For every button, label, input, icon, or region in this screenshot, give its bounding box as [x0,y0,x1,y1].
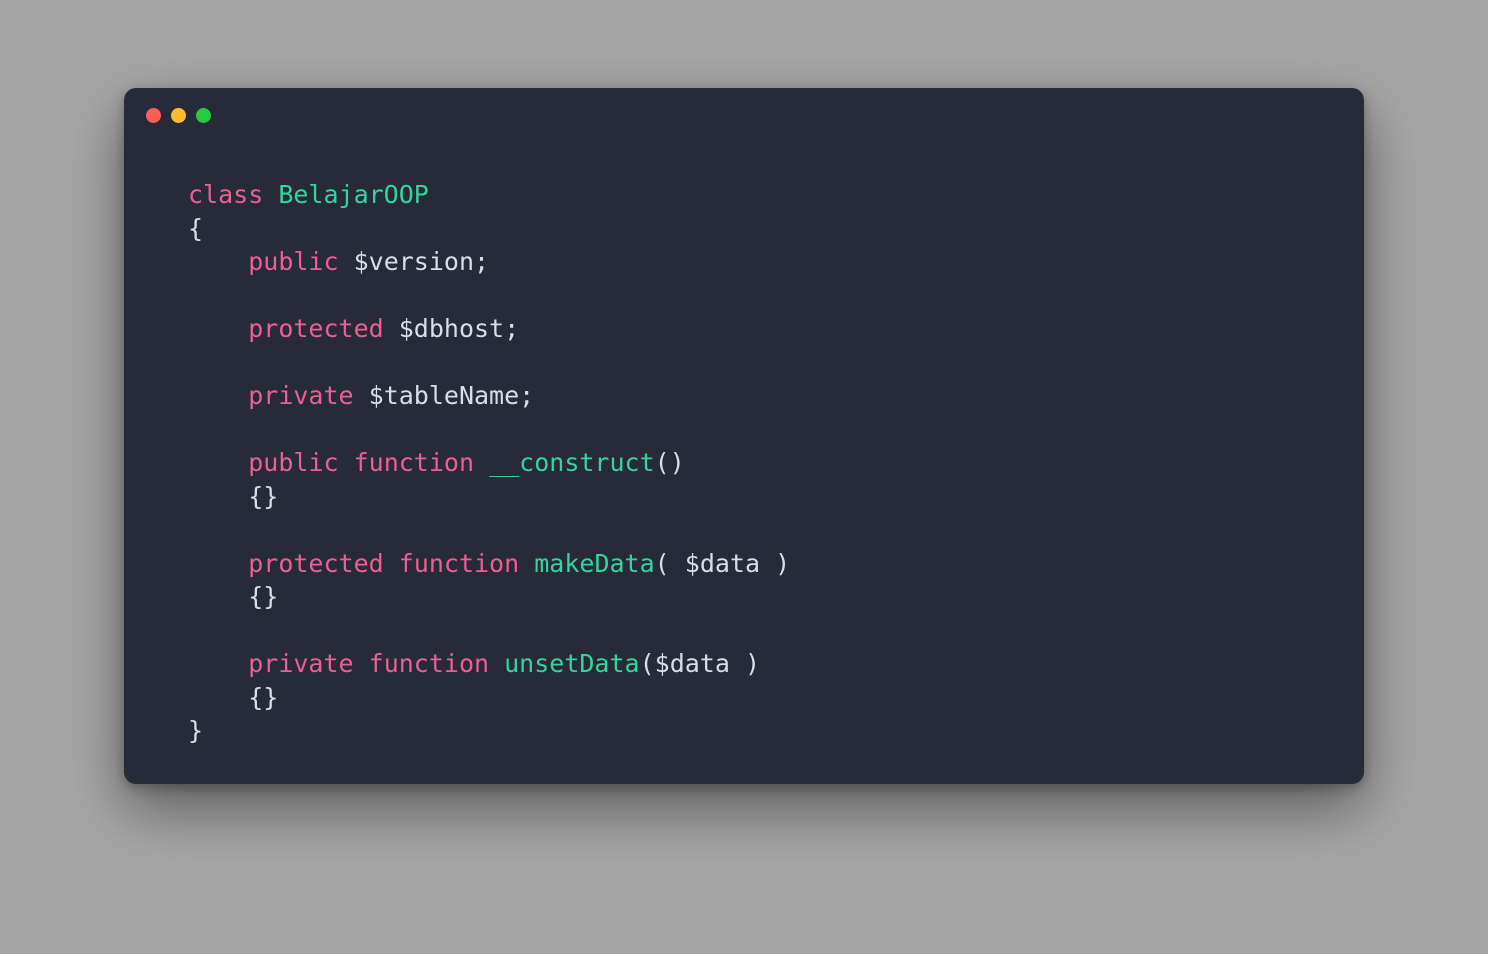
fn-makedata: makeData [534,549,654,578]
keyword-function: function [369,649,489,678]
semicolon: ; [519,381,534,410]
minimize-icon[interactable] [171,108,186,123]
maximize-icon[interactable] [196,108,211,123]
paren-close: ) [745,649,760,678]
braces-empty: {} [248,482,278,511]
window-titlebar [124,88,1364,142]
paren-open: ( [655,448,670,477]
keyword-private: private [248,649,353,678]
braces-empty: {} [248,582,278,611]
keyword-public: public [248,448,338,477]
paren-close: ) [775,549,790,578]
paren-open: ( [655,549,670,578]
var-data: $data [655,649,730,678]
var-tablename: $tableName [369,381,520,410]
keyword-function: function [399,549,519,578]
code-block: class BelajarOOP { public $version; prot… [124,142,1364,748]
braces-empty: {} [248,683,278,712]
keyword-private: private [248,381,353,410]
brace-open: { [188,214,203,243]
fn-construct: __construct [489,448,655,477]
keyword-protected: protected [248,314,383,343]
class-name: BelajarOOP [278,180,429,209]
stage: class BelajarOOP { public $version; prot… [0,0,1488,954]
semicolon: ; [474,247,489,276]
code-window: class BelajarOOP { public $version; prot… [124,88,1364,784]
keyword-class: class [188,180,263,209]
var-data: $data [685,549,760,578]
paren-open: ( [640,649,655,678]
var-version: $version [354,247,474,276]
brace-close: } [188,716,203,745]
keyword-protected: protected [248,549,383,578]
keyword-function: function [354,448,474,477]
paren-close: ) [670,448,685,477]
close-icon[interactable] [146,108,161,123]
semicolon: ; [504,314,519,343]
keyword-public: public [248,247,338,276]
fn-unsetdata: unsetData [504,649,639,678]
var-dbhost: $dbhost [399,314,504,343]
